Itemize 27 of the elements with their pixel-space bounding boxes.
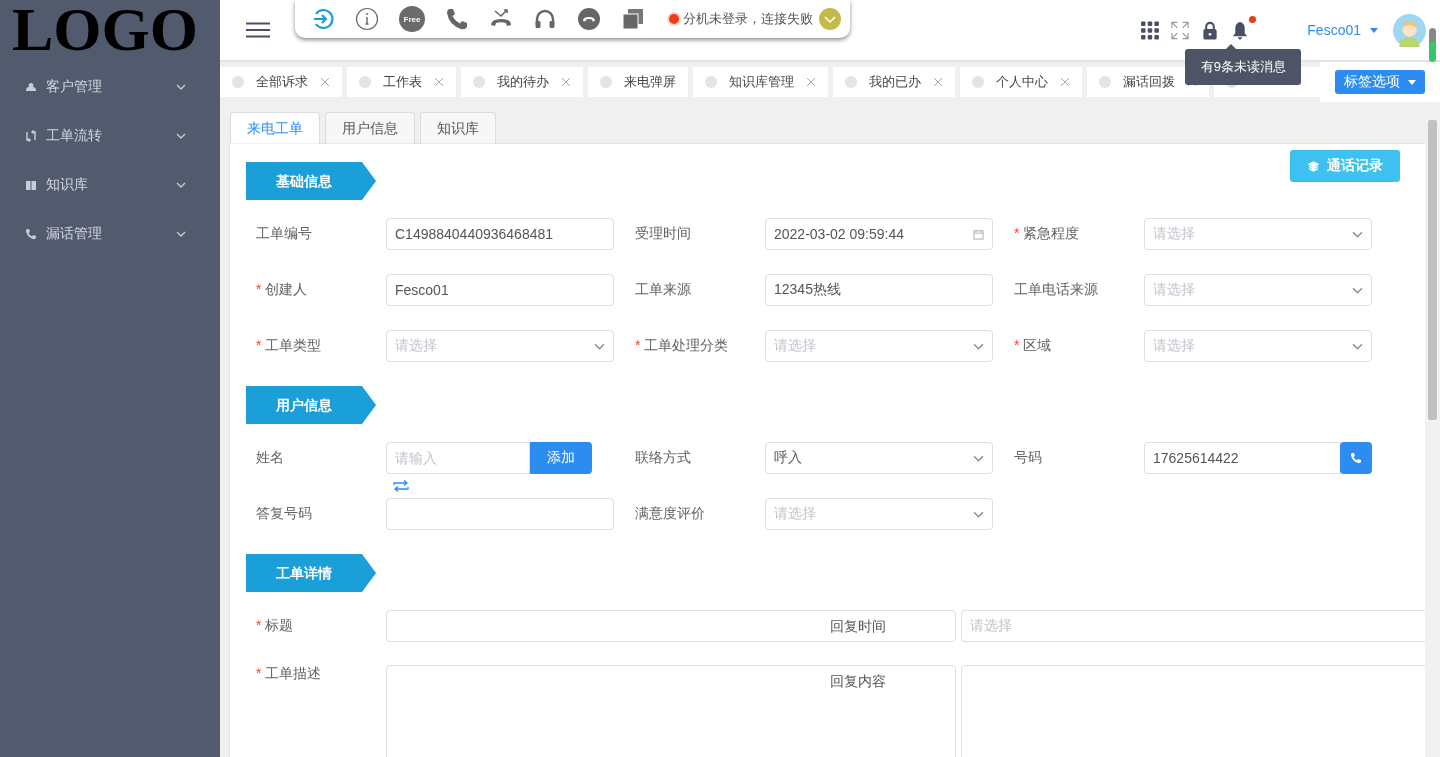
field-label: * 标题: [256, 617, 295, 635]
sidebar-label: 工单流转: [46, 126, 103, 145]
field-label: 答复号码: [256, 505, 313, 523]
field-label: 回复内容: [830, 673, 886, 691]
field-label: 回复时间: [830, 618, 886, 636]
field-label: 工单编号: [256, 225, 313, 243]
field-label: 工单来源: [635, 281, 692, 299]
field-label: 号码: [1014, 449, 1043, 467]
field-label: 受理时间: [635, 225, 692, 243]
field-label: * 工单类型: [256, 337, 323, 355]
field-label: * 紧急程度: [1014, 225, 1081, 243]
field-label: * 工单处理分类: [635, 337, 730, 355]
field-label: * 区域: [1014, 337, 1053, 355]
field-label: 工单电话来源: [1014, 281, 1099, 299]
section-banner: 工单详情: [246, 554, 376, 592]
field-label: 联络方式: [635, 449, 692, 467]
field-label: 姓名: [256, 449, 285, 467]
field-label: * 创建人: [256, 281, 309, 299]
sidebar-label: 漏话管理: [46, 224, 103, 243]
sidebar-label: 知识库: [46, 175, 89, 194]
field-label: 满意度评价: [635, 505, 706, 523]
sidebar-label: 客户管理: [46, 77, 103, 96]
logo: LOGO: [11, 0, 200, 62]
section-banner: 基础信息: [246, 162, 376, 200]
section-banner: 用户信息: [246, 386, 376, 424]
field-label: * 工单描述: [256, 665, 323, 683]
status-text: 分机未登录，连接失败: [683, 10, 813, 28]
